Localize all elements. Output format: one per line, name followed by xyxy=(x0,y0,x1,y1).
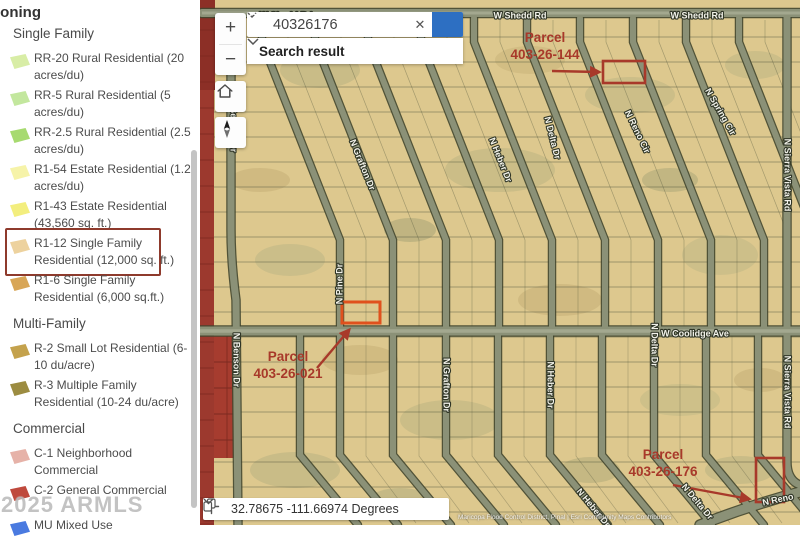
legend-item: R-2 Small Lot Residential (6-10 du/acre) xyxy=(10,340,200,374)
legend-item: RR-5 Rural Residential (5 acres/du) xyxy=(10,87,200,121)
street-label: W Coolidge Ave xyxy=(661,328,729,338)
legend-item: R1-6 Single Family Residential (6,000 sq… xyxy=(10,272,200,306)
legend-section-header: Multi-Family xyxy=(13,316,200,331)
chevron-down-icon xyxy=(203,498,214,505)
street-label: N Pine Dr xyxy=(334,263,344,304)
legend-label: R1-6 Single Family Residential (6,000 sq… xyxy=(34,272,198,306)
street-label: N Grafton Dr xyxy=(442,358,452,412)
legend-swatch xyxy=(10,344,30,359)
parcel-annotation-number: 403-26-021 xyxy=(253,366,323,381)
legend-label: RR-5 Rural Residential (5 acres/du) xyxy=(34,87,198,121)
armls-watermark: 2025 ARMLS xyxy=(1,492,143,518)
legend-item: RR-2.5 Rural Residential (2.5 acres/du) xyxy=(10,124,200,158)
search-icon xyxy=(247,12,262,27)
search-button[interactable] xyxy=(432,12,463,37)
legend-item: RR-20 Rural Residential (20 acres/du) xyxy=(10,50,200,84)
legend-label: MU Mixed Use xyxy=(34,517,198,534)
legend-item: MU Mixed Use xyxy=(10,517,200,549)
search-input[interactable] xyxy=(271,12,408,37)
zoning-legend: Single Family RR-20 Rural Residential (20… xyxy=(0,26,200,552)
parcel-annotation-title: Parcel xyxy=(643,447,684,462)
street-label: N Delta Dr xyxy=(650,323,660,367)
parcel-annotation-title: Parcel xyxy=(525,30,566,45)
legend-label: R1-54 Estate Residential (1.25 acres/du) xyxy=(34,161,198,195)
street-label: N Heber Dr xyxy=(546,361,556,409)
parcel-annotation-number: 403-26-176 xyxy=(628,464,698,479)
coordinate-bar: 32.78675 -111.66974 Degrees xyxy=(203,498,449,520)
legend-label: R-3 Multiple Family Residential (10-24 d… xyxy=(34,377,198,411)
search-result-label: Search result xyxy=(259,44,449,59)
legend-swatch xyxy=(10,202,30,217)
legend-item: R-3 Multiple Family Residential (10-24 d… xyxy=(10,377,200,411)
zoom-control: + − xyxy=(215,13,246,75)
clear-search-button[interactable]: ✕ xyxy=(408,12,432,37)
legend-swatch xyxy=(10,239,30,254)
legend-section-header: Commercial xyxy=(13,421,200,436)
zoning-legend-panel: Zoning Single Family RR-20 Rural Resident… xyxy=(0,0,200,525)
legend-swatch xyxy=(10,165,30,180)
annotation-arrow xyxy=(552,71,599,72)
legend-swatch xyxy=(10,91,30,106)
legend-label: C-1 Neighborhood Commercial xyxy=(34,445,198,479)
street-label: W Shedd Rd xyxy=(494,10,547,20)
map-canvas[interactable]: Parcel 403-26-144 Parcel 403-26-021 Parcel 40… xyxy=(200,0,800,525)
legend-label: R1-43 Estate Residential (43,560 sq. ft.… xyxy=(34,198,198,232)
search-result-panel[interactable]: Search result xyxy=(247,38,463,64)
street-label: N Sierra Vista Rd xyxy=(783,356,793,429)
legend-label: R1-12 Single Family Residential (12,000 … xyxy=(34,235,198,269)
sidebar-scrollbar[interactable] xyxy=(191,150,197,508)
legend-swatch xyxy=(10,128,30,143)
chevron-down-icon xyxy=(247,38,259,45)
home-icon xyxy=(215,81,235,101)
street-label: N Benson Dr xyxy=(232,333,242,388)
panel-title: Zoning xyxy=(0,4,41,21)
zoom-in-button[interactable]: + xyxy=(215,13,246,44)
street-label: W Shedd Rd xyxy=(671,10,724,20)
map-attribution: Maricopa Flood Control District, Pinal |… xyxy=(458,514,671,521)
search-bar: ✕ xyxy=(247,12,463,37)
home-button[interactable] xyxy=(215,81,246,112)
legend-label: R-2 Small Lot Residential (6-10 du/acre) xyxy=(34,340,198,374)
street-label: N Sierra Vista Rd xyxy=(783,139,793,212)
zoom-out-button[interactable]: − xyxy=(215,45,246,76)
parcel-annotation-title: Parcel xyxy=(268,349,309,364)
compass-button[interactable] xyxy=(215,117,246,148)
legend-label: RR-20 Rural Residential (20 acres/du) xyxy=(34,50,198,84)
legend-swatch xyxy=(10,276,30,291)
legend-swatch xyxy=(10,449,30,464)
legend-swatch xyxy=(10,54,30,69)
legend-section-header: Single Family xyxy=(13,26,200,41)
compass-north-icon xyxy=(215,117,239,141)
legend-item: R1-12 Single Family Residential (12,000 … xyxy=(10,235,200,269)
parcel-annotation-number: 403-26-144 xyxy=(510,47,580,62)
coordinates-readout: 32.78675 -111.66974 Degrees xyxy=(229,502,405,516)
legend-swatch xyxy=(10,381,30,396)
legend-label: RR-2.5 Rural Residential (2.5 acres/du) xyxy=(34,124,198,158)
legend-item: R1-54 Estate Residential (1.25 acres/du) xyxy=(10,161,200,195)
parcel-map[interactable]: Parcel 403-26-144 Parcel 403-26-021 Parcel 40… xyxy=(200,0,800,525)
legend-item: C-1 Neighborhood Commercial xyxy=(10,445,200,479)
legend-swatch xyxy=(10,521,30,536)
legend-item: R1-43 Estate Residential (43,560 sq. ft.… xyxy=(10,198,200,232)
